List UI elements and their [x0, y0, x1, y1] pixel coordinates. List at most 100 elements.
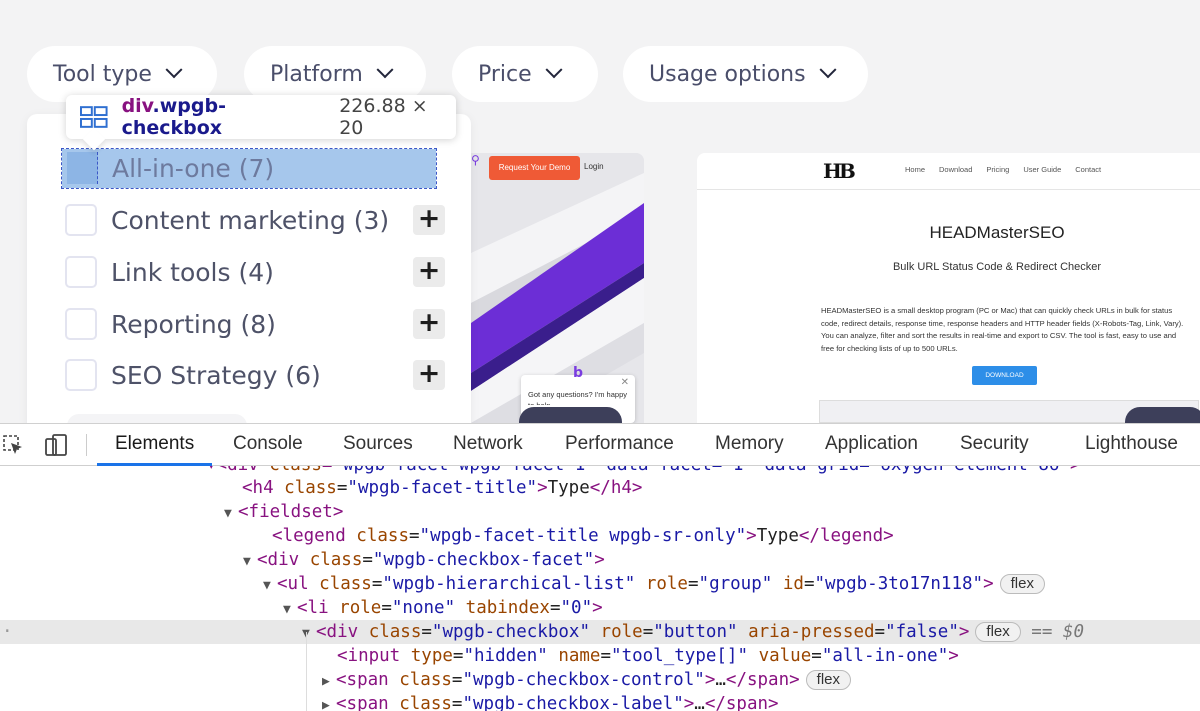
chevron-down-icon: [376, 61, 394, 79]
tab-performance[interactable]: Performance: [565, 424, 674, 466]
dom-node-checkbox-facet[interactable]: ▼ <div class="wpgb-checkbox-facet">: [0, 548, 1200, 572]
dom-node-input[interactable]: <input type="hidden" name="tool_type[]" …: [0, 644, 1200, 668]
row-marker: ·: [2, 622, 13, 642]
login-link[interactable]: Login: [584, 162, 604, 171]
filter-usage-options[interactable]: Usage options: [623, 46, 868, 102]
attr-value: wpgb-checkbox-facet: [383, 550, 584, 570]
attr-value: 0: [571, 598, 582, 618]
tab-security[interactable]: Security: [960, 424, 1029, 466]
filter-platform[interactable]: Platform: [244, 46, 426, 102]
expand-plus-icon[interactable]: +: [413, 309, 445, 339]
filter-label: Tool type: [53, 61, 152, 87]
tab-console[interactable]: Console: [233, 424, 303, 466]
dom-node-fieldset[interactable]: ▼ <fieldset>: [0, 500, 1200, 524]
product-card-screenshot[interactable]: ⚲ Request Your Demo Login b ✕ Got any qu…: [471, 153, 644, 423]
checkbox-item-link-tools[interactable]: Link tools (4) +: [65, 252, 445, 292]
tab-lighthouse[interactable]: Lighthouse: [1085, 424, 1178, 466]
card-action-button[interactable]: [519, 407, 622, 423]
dom-node-span-control[interactable]: ▶ <span class="wpgb-checkbox-control">…</…: [0, 668, 1200, 692]
flex-badge[interactable]: flex: [999, 574, 1045, 594]
inspect-tooltip: div.wpgb-checkbox 226.88 × 20: [66, 95, 456, 139]
checkbox-label: Link tools (4): [111, 257, 274, 287]
checkbox-item-all-in-one[interactable]: All-in-one (7): [61, 148, 437, 189]
expand-triangle-icon[interactable]: ▼: [224, 502, 238, 526]
attr-value: all-in-one: [832, 646, 938, 666]
tab-memory[interactable]: Memory: [715, 424, 784, 466]
tooltip-width: 226.88: [339, 95, 406, 117]
checkbox-item-reporting[interactable]: Reporting (8) +: [65, 304, 445, 344]
expand-triangle-icon[interactable]: ▼: [243, 550, 257, 574]
divider: [697, 189, 1200, 190]
tab-application[interactable]: Application: [825, 424, 918, 466]
checkbox-label: Content marketing (3): [111, 205, 390, 235]
filter-price[interactable]: Price: [452, 46, 598, 102]
checkbox[interactable]: [65, 308, 97, 340]
tab-elements[interactable]: Elements: [97, 424, 213, 466]
checkbox[interactable]: [65, 359, 97, 391]
filter-tool-type[interactable]: Tool type: [27, 46, 217, 102]
expand-plus-icon[interactable]: +: [413, 257, 445, 287]
checkbox-label: SEO Strategy (6): [111, 360, 321, 390]
console-ref: == $0: [1031, 622, 1084, 642]
dom-tree: ▾<div class="wpgb-facet wpgb-facet-1" da…: [0, 466, 1200, 711]
attr-value: wpgb-checkbox-label: [473, 694, 674, 711]
checkbox-label: Reporting (8): [111, 309, 276, 339]
expand-triangle-icon[interactable]: ▼: [302, 622, 316, 646]
nav-link-download[interactable]: Download: [939, 165, 972, 174]
dom-node-li[interactable]: ▼ <li role="none" tabindex="0">: [0, 596, 1200, 620]
download-button[interactable]: DOWNLOAD: [972, 366, 1037, 385]
inspect-element-icon[interactable]: [2, 434, 24, 456]
node-text: Type: [756, 526, 799, 546]
tab-sources[interactable]: Sources: [343, 424, 413, 466]
expand-plus-icon[interactable]: +: [413, 360, 445, 390]
expand-triangle-icon[interactable]: ▶: [322, 670, 336, 694]
flex-badge[interactable]: flex: [805, 670, 852, 690]
nav-link-contact[interactable]: Contact: [1075, 165, 1101, 174]
chat-logo-icon: b: [573, 365, 584, 381]
expand-triangle-icon[interactable]: ▼: [283, 598, 297, 622]
request-demo-button[interactable]: Request Your Demo: [489, 156, 580, 180]
attr-value: hidden: [474, 646, 538, 666]
grid-layout-icon: [80, 106, 108, 128]
attr-value: group: [709, 574, 762, 594]
attr-value: none: [402, 598, 445, 618]
checkbox[interactable]: [67, 152, 98, 184]
close-icon[interactable]: ✕: [621, 377, 629, 388]
device-toolbar-icon[interactable]: [44, 433, 68, 457]
dom-node-selected-checkbox[interactable]: ·▼<div class="wpgb-checkbox" role="butto…: [0, 620, 1200, 644]
nav-link-home[interactable]: Home: [905, 165, 925, 174]
filter-label: Platform: [270, 61, 363, 87]
dom-node-h4[interactable]: <h4 class="wpgb-facet-title">Type</h4>: [0, 476, 1200, 500]
product-card-headmasterseo[interactable]: HB Home Download Pricing User Guide Cont…: [697, 153, 1200, 423]
tooltip-tag: div: [121, 95, 153, 117]
tooltip-selector: div.wpgb-checkbox: [122, 95, 324, 139]
checkbox-item-seo-strategy[interactable]: SEO Strategy (6) +: [65, 355, 445, 395]
dom-node-ul[interactable]: ▼ <ul class="wpgb-hierarchical-list" role…: [0, 572, 1200, 596]
site-title: HEADMasterSEO: [929, 223, 1065, 242]
flex-badge[interactable]: flex: [975, 622, 1021, 642]
checkbox-item-content-marketing[interactable]: Content marketing (3) +: [65, 200, 445, 240]
expand-triangle-icon[interactable]: ▼: [263, 574, 277, 598]
dom-node-legend[interactable]: <legend class="wpgb-facet-title wpgb-sr-…: [0, 524, 1200, 548]
attr-value: wpgb-checkbox: [442, 622, 580, 642]
attr-value: tool_type[]: [621, 646, 738, 666]
node-text: Type: [547, 478, 590, 498]
search-icon[interactable]: ⚲: [471, 153, 480, 177]
attr-value: wpgb-facet-title wpgb-sr-only: [430, 526, 736, 546]
nav-link-user-guide[interactable]: User Guide: [1023, 165, 1061, 174]
attr-value: wpgb-hierarchical-list: [392, 574, 625, 594]
tab-network[interactable]: Network: [453, 424, 523, 466]
filter-label: Price: [478, 61, 532, 87]
nav-link-pricing[interactable]: Pricing: [986, 165, 1009, 174]
checkbox-label: All-in-one (7): [112, 154, 275, 183]
expand-plus-icon[interactable]: +: [413, 205, 445, 235]
checkbox[interactable]: [65, 256, 97, 288]
expand-triangle-icon[interactable]: ▶: [322, 694, 336, 711]
chevron-down-icon: [545, 61, 563, 79]
devtools-panel: Elements Console Sources Network Perform…: [0, 423, 1200, 711]
checkbox[interactable]: [65, 204, 97, 236]
site-logo: HB: [823, 159, 856, 183]
devtools-tabbar: Elements Console Sources Network Perform…: [0, 424, 1200, 466]
dom-node-span-label[interactable]: ▶ <span class="wpgb-checkbox-label">…</sp…: [0, 692, 1200, 711]
card-action-button[interactable]: [1125, 407, 1200, 423]
